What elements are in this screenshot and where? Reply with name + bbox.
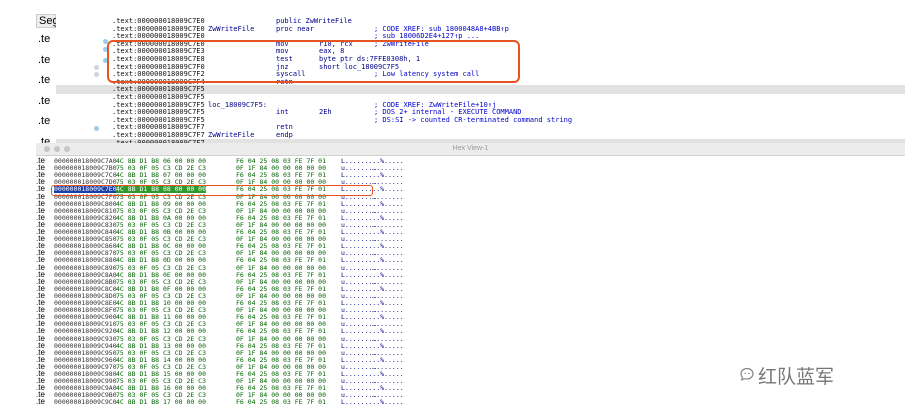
segment-item[interactable]: .te bbox=[38, 74, 50, 86]
hex-highlight-box bbox=[51, 185, 373, 196]
hex-ascii: L.........%..... bbox=[341, 398, 404, 407]
segment-item[interactable]: .te bbox=[38, 54, 50, 66]
highlight-box bbox=[107, 40, 520, 83]
disassembly-view[interactable]: .text:000000018009C7E0 public ZwWriteFile… bbox=[56, 0, 905, 143]
hex-row[interactable]: .te 000000018009C9C0 4C 8B D1 B8 17 00 00 … bbox=[36, 397, 426, 407]
segment-item[interactable]: .te bbox=[38, 115, 50, 127]
wechat-icon bbox=[740, 367, 754, 381]
arrow-marker-icon bbox=[94, 72, 99, 77]
segment-item[interactable]: .te bbox=[38, 33, 50, 45]
hex-addr: 000000018009C9C0 bbox=[54, 398, 117, 407]
watermark-text: 红队蓝军 bbox=[758, 367, 835, 388]
hex-b1: 4C 8B D1 B8 17 00 00 00 bbox=[116, 398, 207, 407]
hex-b2: F6 04 25 08 03 FE 7F 01 bbox=[236, 398, 327, 407]
hex-view-titlebar[interactable]: Hex View-1 bbox=[36, 143, 905, 156]
segment-header[interactable]: Seg bbox=[36, 14, 59, 28]
hex-te: .te bbox=[36, 397, 45, 407]
branch-arrow-icon bbox=[94, 126, 99, 131]
hex-view-title: Hex View-1 bbox=[452, 145, 489, 152]
segment-item[interactable]: .te bbox=[38, 95, 50, 107]
arrow-marker-icon bbox=[94, 65, 99, 70]
